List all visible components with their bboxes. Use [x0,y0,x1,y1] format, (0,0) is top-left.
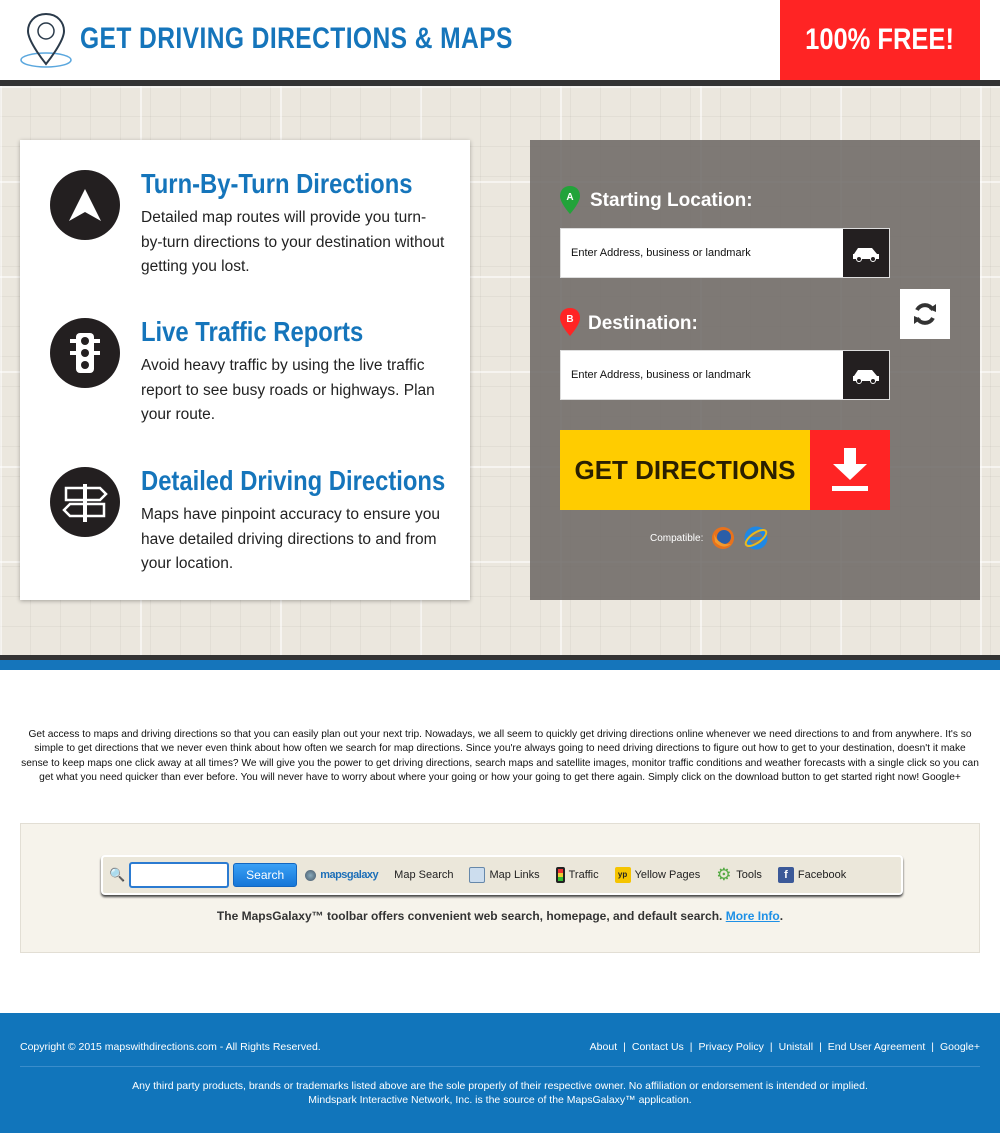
header: GET DRIVING DIRECTIONS & MAPS 100% FREE! [0,0,1000,80]
site-title: GET DRIVING DIRECTIONS & MAPS [80,22,513,55]
compatible-browsers: Compatible: [650,526,769,550]
traffic-light-icon [50,318,120,388]
disclaimer-line: Any third party products, brands or trad… [132,1080,868,1092]
pin-a-icon: A [560,186,580,214]
destination-label: Destination: [588,313,698,334]
footer: Copyright © 2015 mapswithdirections.com … [0,1013,1000,1133]
feature-title: Detailed Driving Directions [141,465,446,496]
toolbar-facebook[interactable]: f Facebook [777,867,847,883]
footer-link-google-plus[interactable]: Google+ [940,1041,980,1053]
feature-text: Maps have pinpoint accuracy to ensure yo… [141,506,440,572]
swap-locations-button[interactable] [900,289,950,339]
refresh-icon [914,303,936,325]
download-button[interactable] [810,430,890,510]
features-card: Turn-By-Turn Directions Detailed map rou… [20,140,470,600]
destination-input[interactable] [561,351,843,399]
free-badge-text: 100% FREE! [805,23,955,56]
toolbar-note-text: The MapsGalaxy™ toolbar offers convenien… [216,909,723,923]
internet-explorer-icon [744,526,768,550]
footer-link-eula[interactable]: End User Agreement [828,1041,925,1053]
feature-text: Avoid heavy traffic by using the live tr… [141,357,435,423]
feature-title: Live Traffic Reports [141,316,364,347]
download-icon [832,448,868,491]
starting-location-input[interactable] [561,229,843,277]
signpost-icon [50,467,120,537]
footer-link-about[interactable]: About [590,1041,617,1053]
toolbar-item-label: Facebook [797,869,847,881]
yellow-pages-icon: yp [614,867,631,883]
feature-text: Detailed map routes will provide you tur… [141,209,445,275]
toolbar-map-links[interactable]: Map Links [469,867,540,883]
toolbar-item-label: Map Search [394,869,454,881]
toolbar-map-search[interactable]: Map Search [394,869,453,881]
toolbar-note: The MapsGalaxy™ toolbar offers convenien… [216,909,784,923]
map-pin-icon [20,12,72,68]
copyright: Copyright © 2015 mapswithdirections.com … [20,1041,321,1053]
toolbar-yellow-pages[interactable]: yp Yellow Pages [614,867,701,883]
toolbar-preview: 🔍 Search mapsgalaxy Map Search Map Links… [101,855,903,895]
map-icon [469,867,486,883]
gear-icon: ⚙ [716,865,732,884]
destination-field [560,350,890,400]
disclaimer-line: Mindspark Interactive Network, Inc. is t… [308,1094,692,1106]
get-directions-button[interactable]: GET DIRECTIONS [560,430,810,510]
toolbar-promo: 🔍 Search mapsgalaxy Map Search Map Links… [20,823,980,953]
divider [0,660,1000,670]
brand-text: mapsgalaxy [320,869,379,881]
toolbar-search-input[interactable] [129,862,230,888]
footer-divider [20,1066,980,1067]
footer-links: About | Contact Us | Privacy Policy | Unist… [589,1041,980,1053]
directions-form: A Starting Location: B Destination: GET … [530,140,980,600]
toolbar-item-label: Yellow Pages [634,869,701,881]
starting-location-field [560,228,890,278]
free-badge: 100% FREE! [780,0,980,80]
more-info-link[interactable]: More Info [726,909,780,923]
about-text: Get access to maps and driving direction… [21,729,979,784]
traffic-light-icon [555,867,565,883]
toolbar-item-label: Map Links [489,869,540,881]
compatible-label: Compatible: [650,532,704,544]
footer-link-contact[interactable]: Contact Us [632,1041,684,1053]
toolbar-search-button[interactable]: Search [233,863,298,887]
footer-link-privacy[interactable]: Privacy Policy [699,1041,764,1053]
starting-location-label: Starting Location: [590,190,753,211]
magnifier-icon: 🔍 [109,867,126,882]
toolbar-item-label: Tools [736,869,762,881]
pin-b-icon: B [560,308,580,336]
navigation-arrow-icon [50,170,120,240]
car-icon[interactable] [843,351,889,399]
footer-link-uninstall[interactable]: Unistall [779,1041,813,1053]
disclaimer: Any third party products, brands or trad… [0,1079,1000,1107]
car-icon[interactable] [843,229,889,277]
svg-text:A: A [566,192,573,203]
toolbar-tools[interactable]: ⚙ Tools [716,865,762,884]
toolbar-traffic[interactable]: Traffic [555,867,599,883]
svg-text:B: B [566,314,573,325]
firefox-icon [712,527,735,549]
toolbar-item-label: Traffic [568,869,599,881]
facebook-icon: f [777,867,794,883]
mapsgalaxy-logo: mapsgalaxy [305,869,379,881]
feature-title: Turn-By-Turn Directions [141,168,413,199]
